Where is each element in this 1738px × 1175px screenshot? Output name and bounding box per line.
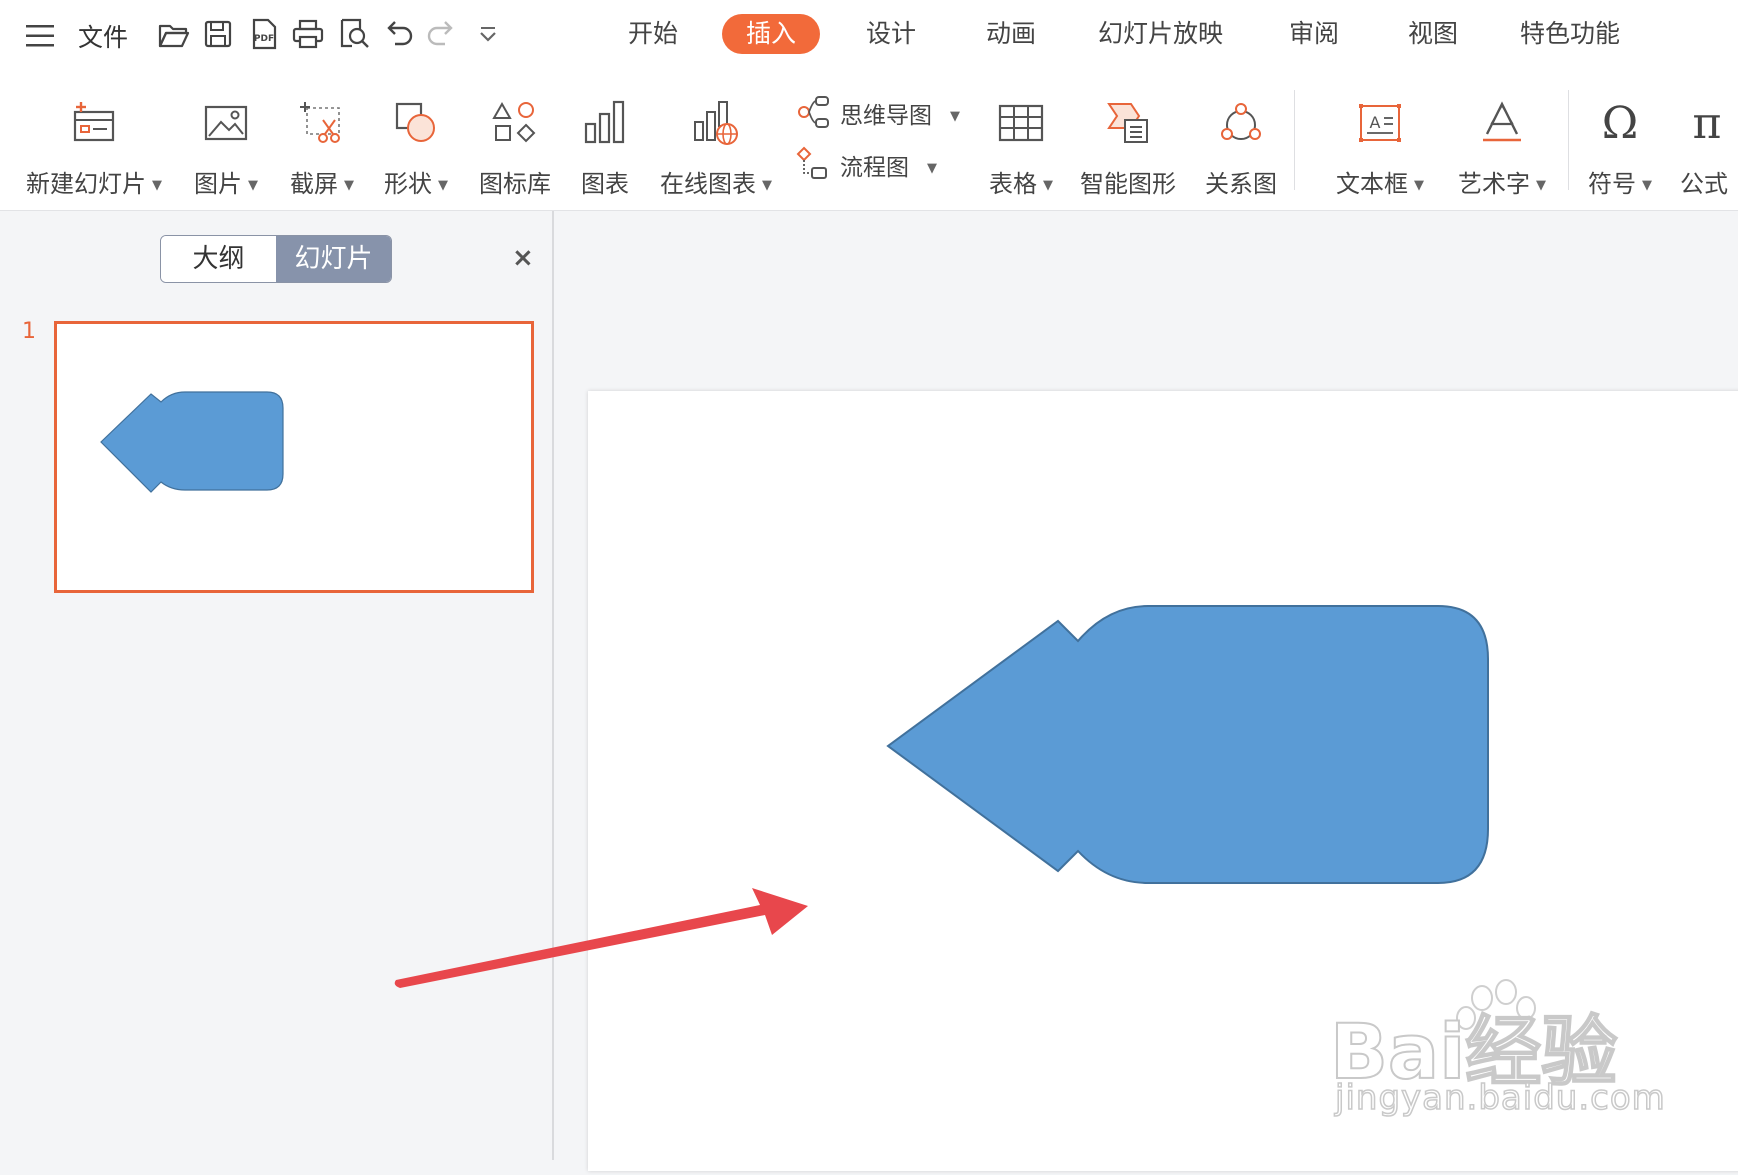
watermark-url: jingyan.baidu.com xyxy=(1334,1077,1666,1119)
